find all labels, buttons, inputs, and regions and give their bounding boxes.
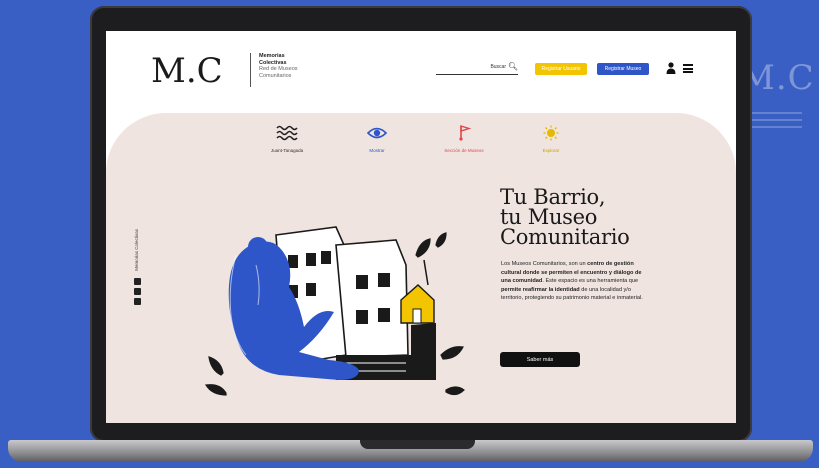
laptop-notch (360, 440, 475, 449)
facebook-icon[interactable] (134, 288, 141, 295)
nav-item-seccion-museos[interactable]: Sección de Museos (434, 125, 494, 153)
nav-item-juant-tanagada[interactable]: Juant-Tanagada (257, 125, 317, 153)
register-museum-button[interactable]: Registrar Museo (597, 63, 649, 75)
nav-item-explorar[interactable]: Explorar (521, 125, 581, 153)
user-icon[interactable] (666, 62, 676, 74)
hero-illustration (205, 226, 465, 396)
desc-bold: permite reafirmar la identidad (501, 286, 580, 293)
learn-more-button[interactable]: Saber más (500, 352, 580, 367)
nav-label: Sección de Museos (444, 148, 484, 153)
hero-description: Los Museos Comunitarios, son un centro d… (501, 260, 651, 303)
background-lines (752, 112, 802, 133)
nav-label: Mostrar (369, 148, 385, 153)
register-user-button[interactable]: Registrar Usuario (535, 63, 587, 75)
logo-line-3: Red de Museos (259, 66, 298, 73)
youtube-icon[interactable] (134, 298, 141, 305)
desc-text: Los Museos Comunitarios, son un (501, 261, 588, 267)
logo-text: Memorias Colectivas Red de Museos Comuni… (259, 53, 298, 79)
logo-divider (250, 53, 251, 87)
site-logo[interactable]: M.C (151, 51, 223, 91)
instagram-icon[interactable] (134, 278, 141, 285)
nav-label: Explorar (542, 148, 560, 153)
nav-item-mostrar[interactable]: Mostrar (347, 125, 407, 153)
flag-icon (459, 125, 472, 141)
hero-title-line-1: Tu Barrio, (500, 185, 606, 209)
social-links (134, 278, 142, 308)
logo-line-4: Comunitarios (259, 72, 292, 79)
hero-title-line-3: Comunitario (500, 225, 630, 249)
nav-label: Juant-Tanagada (270, 148, 304, 153)
hero-title: Tu Barrio, tu Museo Comunitario (500, 185, 730, 249)
sun-icon (543, 125, 559, 141)
logo-line-1: Memorias (259, 53, 285, 59)
desc-text: . Este espacio es una herramienta que (542, 278, 639, 285)
search-icon[interactable]: 🔍︎ (508, 62, 518, 71)
waves-icon (276, 125, 298, 141)
side-vertical-text: Memorias Colectivas (134, 229, 139, 271)
eye-icon (366, 127, 388, 139)
laptop-screen: M.C Memorias Colectivas Red de Museos Co… (106, 31, 736, 423)
search-input[interactable]: Buscar 🔍︎ (436, 62, 518, 75)
hero-section: Juant-Tanagada Mostrar Sección de Museos (106, 113, 736, 423)
hero-title-line-2: tu Museo (500, 205, 598, 229)
menu-icon[interactable] (683, 64, 693, 73)
logo-line-2: Colectivas (259, 59, 287, 66)
search-label: Buscar (490, 64, 506, 70)
